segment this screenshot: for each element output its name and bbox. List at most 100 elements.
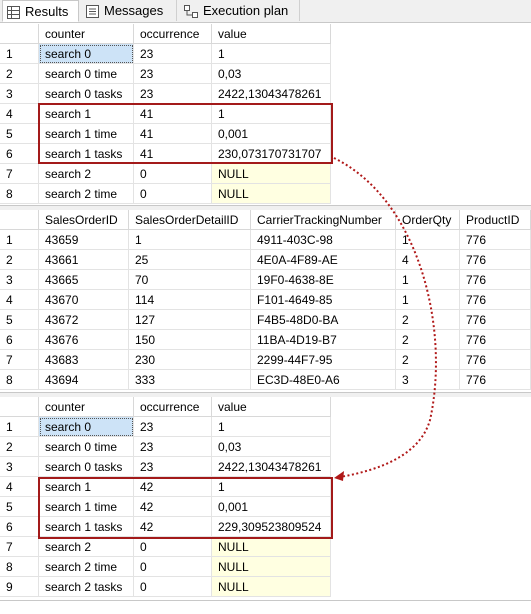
table-cell[interactable]: 776 [460, 250, 531, 270]
table-cell[interactable]: search 0 time [39, 64, 134, 84]
table-cell[interactable]: 2422,13043478261 [212, 84, 331, 104]
row-number[interactable]: 6 [0, 517, 39, 537]
row-number[interactable]: 2 [0, 64, 39, 84]
table-cell[interactable]: search 2 [39, 164, 134, 184]
table-cell[interactable]: 25 [129, 250, 251, 270]
table-cell[interactable]: 43670 [39, 290, 129, 310]
table-cell[interactable]: 43672 [39, 310, 129, 330]
tab-messages[interactable]: Messages [82, 0, 177, 21]
table-row[interactable]: 2 search 0 time 23 0,03 [0, 64, 531, 84]
table-cell[interactable]: 43676 [39, 330, 129, 350]
row-number[interactable]: 2 [0, 250, 39, 270]
row-number[interactable]: 6 [0, 144, 39, 164]
row-number[interactable]: 3 [0, 457, 39, 477]
table-row[interactable]: 8 43694 333 EC3D-48E0-A6 3 776 [0, 370, 531, 390]
table-cell[interactable]: 776 [460, 290, 531, 310]
table-cell[interactable]: 23 [134, 84, 212, 104]
table-row[interactable]: 6 43676 150 11BA-4D19-B7 2 776 [0, 330, 531, 350]
table-cell[interactable]: search 0 [39, 44, 134, 64]
table-cell[interactable]: 1 [396, 270, 460, 290]
table-row[interactable]: 1 43659 1 4911-403C-98 1 776 [0, 230, 531, 250]
row-number[interactable]: 8 [0, 370, 39, 390]
table-cell[interactable]: 114 [129, 290, 251, 310]
column-header[interactable]: OrderQty [396, 210, 460, 230]
table-cell[interactable]: search 0 tasks [39, 84, 134, 104]
table-cell[interactable]: 43694 [39, 370, 129, 390]
table-cell[interactable]: 0 [134, 577, 212, 597]
table-row[interactable]: 7 search 2 0 NULL [0, 537, 531, 557]
table-row[interactable]: 1 search 0 23 1 [0, 417, 531, 437]
table-cell[interactable]: 43661 [39, 250, 129, 270]
row-number[interactable]: 5 [0, 497, 39, 517]
row-number[interactable]: 4 [0, 290, 39, 310]
row-number-header[interactable] [0, 210, 39, 230]
row-number[interactable]: 8 [0, 557, 39, 577]
row-number[interactable]: 5 [0, 310, 39, 330]
table-cell[interactable]: NULL [212, 537, 331, 557]
table-cell[interactable]: 0 [134, 557, 212, 577]
column-header[interactable]: SalesOrderDetailID [129, 210, 251, 230]
table-cell[interactable]: 0 [134, 537, 212, 557]
column-header[interactable]: value [212, 24, 331, 44]
table-cell[interactable]: 23 [134, 64, 212, 84]
table-cell[interactable]: 2422,13043478261 [212, 457, 331, 477]
table-row[interactable]: 1 search 0 23 1 [0, 44, 531, 64]
tab-results[interactable]: Results [2, 0, 79, 22]
table-cell[interactable]: 3 [396, 370, 460, 390]
table-cell[interactable]: search 0 tasks [39, 457, 134, 477]
row-number[interactable]: 2 [0, 437, 39, 457]
table-row[interactable]: 8 search 2 time 0 NULL [0, 184, 531, 204]
row-number[interactable]: 3 [0, 84, 39, 104]
table-cell[interactable]: 4911-403C-98 [251, 230, 396, 250]
table-cell[interactable]: 11BA-4D19-B7 [251, 330, 396, 350]
table-row[interactable]: 9 search 2 tasks 0 NULL [0, 577, 531, 597]
table-cell[interactable]: F101-4649-85 [251, 290, 396, 310]
table-cell[interactable]: 1 [129, 230, 251, 250]
table-cell[interactable]: 0 [134, 164, 212, 184]
table-cell[interactable]: NULL [212, 164, 331, 184]
table-cell[interactable]: 776 [460, 230, 531, 250]
column-header[interactable]: counter [39, 397, 134, 417]
table-cell[interactable]: 0 [134, 184, 212, 204]
row-number[interactable]: 5 [0, 124, 39, 144]
table-row[interactable]: 3 search 0 tasks 23 2422,13043478261 [0, 457, 531, 477]
table-cell[interactable]: search 2 time [39, 184, 134, 204]
table-cell[interactable]: 150 [129, 330, 251, 350]
table-cell[interactable]: 2 [396, 350, 460, 370]
table-cell[interactable]: 333 [129, 370, 251, 390]
column-header[interactable]: value [212, 397, 331, 417]
row-number[interactable]: 1 [0, 44, 39, 64]
row-number[interactable]: 7 [0, 537, 39, 557]
table-cell[interactable]: search 2 [39, 537, 134, 557]
table-cell[interactable]: 23 [134, 417, 212, 437]
table-cell[interactable]: 1 [396, 230, 460, 250]
table-cell[interactable]: 2 [396, 330, 460, 350]
table-cell[interactable]: search 2 tasks [39, 577, 134, 597]
table-cell[interactable]: search 2 time [39, 557, 134, 577]
row-number[interactable]: 7 [0, 164, 39, 184]
table-cell[interactable]: 4 [396, 250, 460, 270]
row-number-header[interactable] [0, 397, 39, 417]
table-cell[interactable]: NULL [212, 184, 331, 204]
column-header[interactable]: CarrierTrackingNumber [251, 210, 396, 230]
table-cell[interactable]: 0,03 [212, 437, 331, 457]
column-header[interactable]: counter [39, 24, 134, 44]
column-header[interactable]: ProductID [460, 210, 531, 230]
table-cell[interactable]: 23 [134, 44, 212, 64]
table-cell[interactable]: 23 [134, 437, 212, 457]
table-row[interactable]: 7 search 2 0 NULL [0, 164, 531, 184]
tab-execution-plan[interactable]: Execution plan [180, 0, 300, 21]
table-cell[interactable]: 19F0-4638-8E [251, 270, 396, 290]
table-cell[interactable]: NULL [212, 557, 331, 577]
table-cell[interactable]: 2 [396, 310, 460, 330]
row-number[interactable]: 4 [0, 104, 39, 124]
table-cell[interactable]: 2299-44F7-95 [251, 350, 396, 370]
table-row[interactable]: 3 search 0 tasks 23 2422,13043478261 [0, 84, 531, 104]
table-cell[interactable]: 1 [396, 290, 460, 310]
row-number[interactable]: 1 [0, 230, 39, 250]
table-cell[interactable]: EC3D-48E0-A6 [251, 370, 396, 390]
row-number[interactable]: 3 [0, 270, 39, 290]
table-cell[interactable]: search 0 time [39, 437, 134, 457]
table-cell[interactable]: NULL [212, 577, 331, 597]
table-row[interactable]: 7 43683 230 2299-44F7-95 2 776 [0, 350, 531, 370]
